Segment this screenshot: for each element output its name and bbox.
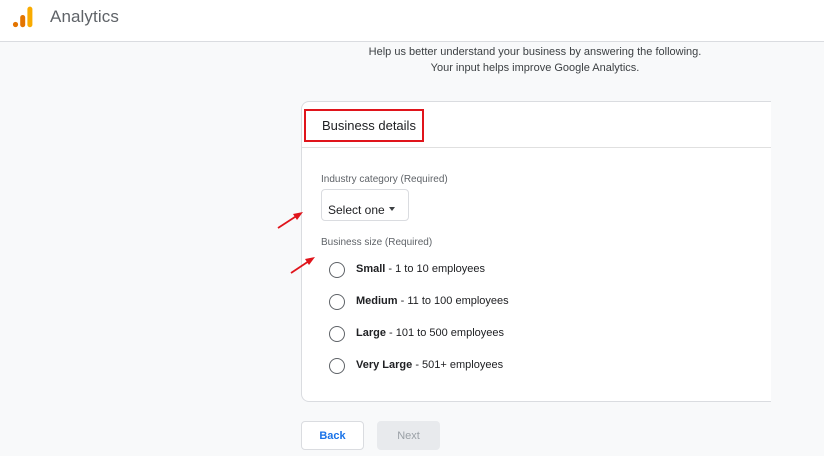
intro-line-1: Help us better understand your business … [368,46,702,58]
radio-button-icon[interactable] [329,326,345,342]
annotation-arrow-icon [290,257,315,274]
radio-option-label: Large - 101 to 500 employees [356,327,504,339]
option-detail: - 501+ employees [412,359,504,371]
industry-select-value: Select one [328,202,385,217]
business-details-card: Business details Industry category (Requ… [301,101,771,402]
analytics-bars-icon[interactable] [12,6,34,28]
next-button[interactable]: Next [377,421,440,450]
industry-category-select[interactable]: Select one [321,189,409,221]
option-detail: - 1 to 10 employees [385,263,486,275]
radio-button-icon[interactable] [329,358,345,374]
option-name: Small [356,263,386,275]
business-size-label: Business size (Required) [321,237,433,248]
industry-category-label: Industry category (Required) [321,174,448,185]
app-title: Analytics [50,7,119,26]
card-header: Business details [302,102,771,148]
radio-button-icon[interactable] [329,262,345,278]
intro-text: Help us better understand your business … [300,44,770,76]
option-name: Very Large [356,359,413,371]
card-title: Business details [322,118,416,133]
back-button[interactable]: Back [301,421,364,450]
radio-option-label: Medium - 11 to 100 employees [356,295,509,307]
radio-button-icon[interactable] [329,294,345,310]
radio-option-label: Very Large - 501+ employees [356,359,503,371]
option-name: Medium [356,295,398,307]
intro-line-2: Your input helps improve Google Analytic… [430,62,640,74]
top-app-bar: Analytics [0,0,824,42]
option-detail: - 101 to 500 employees [385,327,504,339]
radio-option-label: Small - 1 to 10 employees [356,263,485,275]
option-name: Large [356,327,386,339]
option-detail: - 11 to 100 employees [397,295,509,307]
dropdown-caret-icon [388,207,395,212]
annotation-arrow-icon [277,212,303,229]
